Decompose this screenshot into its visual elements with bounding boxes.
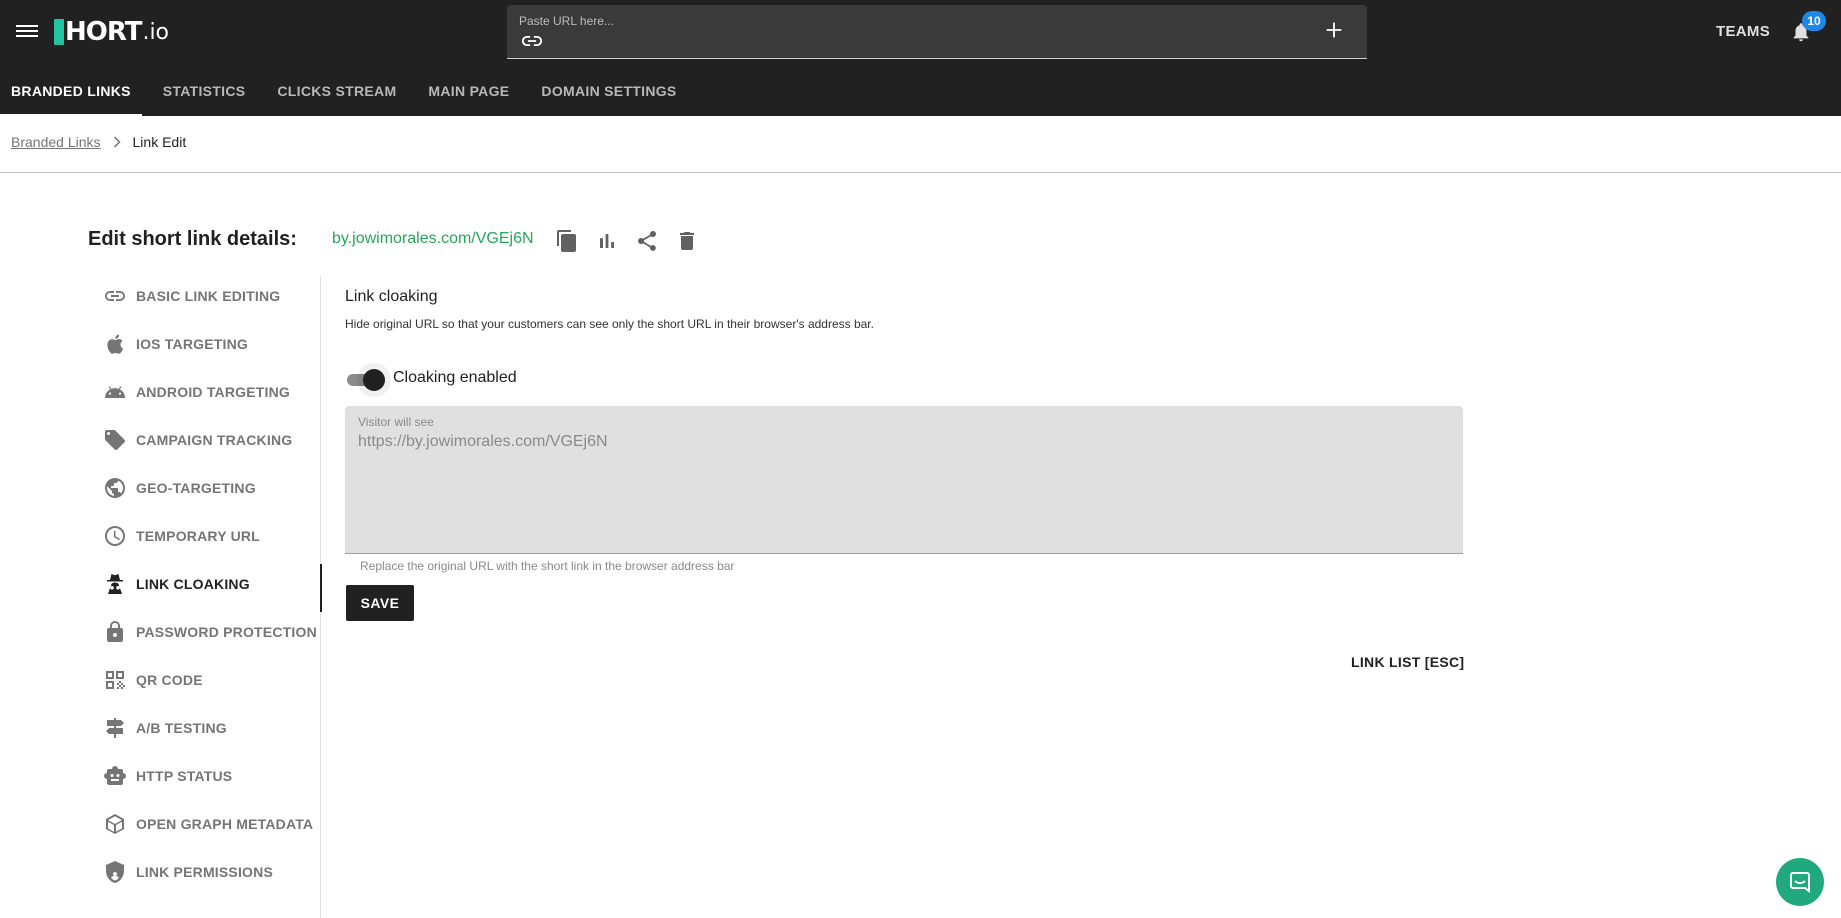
qr-code-icon [106, 671, 125, 689]
save-button[interactable]: SAVE [346, 585, 414, 621]
top-header: HORT .io Paste URL here... TEAMS 10 BRAND… [0, 0, 1841, 116]
breadcrumb-current: Link Edit [132, 134, 187, 150]
sidebar-item-campaign-tracking[interactable]: CAMPAIGN TRACKING [88, 420, 321, 460]
share-icon[interactable] [635, 229, 659, 253]
logo[interactable]: HORT .io [54, 16, 169, 48]
breadcrumb-parent[interactable]: Branded Links [11, 134, 101, 150]
chat-icon [1790, 872, 1810, 893]
toggle-knob [363, 369, 385, 391]
sidebar-item-open-graph-metadata[interactable]: OPEN GRAPH METADATA [88, 804, 321, 844]
page-title: Edit short link details: [88, 228, 297, 250]
sidebar-item-link-permissions[interactable]: LINK PERMISSIONS [88, 852, 321, 892]
sidebar-item-geo-targeting[interactable]: GEO-TARGETING [88, 468, 321, 508]
sidebar-item-ab-testing[interactable]: A/B TESTING [88, 708, 321, 748]
delete-icon[interactable] [675, 229, 699, 253]
tab-branded-links[interactable]: BRANDED LINKS [0, 70, 142, 116]
menu-icon[interactable] [16, 22, 38, 42]
web-icon [106, 814, 124, 834]
breadcrumb-divider [0, 172, 1841, 173]
short-link[interactable]: by.jowimorales.com/VGEj6N [332, 230, 534, 248]
lock-icon [107, 621, 123, 642]
url-input[interactable]: Paste URL here... [507, 5, 1367, 59]
android-icon [105, 386, 125, 398]
sidebar-item-android-targeting[interactable]: ANDROID TARGETING [88, 372, 321, 412]
chat-launcher-button[interactable] [1776, 858, 1824, 906]
settings-sidebar: BASIC LINK EDITING IOS TARGETING ANDROID… [88, 276, 322, 918]
incognito-icon [107, 574, 123, 594]
sidebar-item-ios-targeting[interactable]: IOS TARGETING [88, 324, 321, 364]
notification-badge: 10 [1802, 11, 1826, 31]
tab-main-page[interactable]: MAIN PAGE [417, 70, 520, 116]
field-label: Visitor will see [358, 415, 434, 429]
section-title: Link cloaking [345, 288, 438, 305]
globe-icon [105, 478, 125, 498]
link-icon [521, 35, 543, 47]
sidebar-item-link-cloaking[interactable]: LINK CLOAKING [88, 564, 322, 612]
sidebar-item-temporary-url[interactable]: TEMPORARY URL [88, 516, 321, 556]
link-list-button[interactable]: LINK LIST [ESC] [1351, 654, 1464, 670]
tab-clicks-stream[interactable]: CLICKS STREAM [266, 70, 407, 116]
cloaking-toggle-label: Cloaking enabled [393, 369, 517, 386]
breadcrumb: Branded Links Link Edit [11, 134, 186, 150]
link-icon [105, 291, 125, 301]
sidebar-item-basic-link-editing[interactable]: BASIC LINK EDITING [88, 276, 321, 316]
shield-icon [106, 861, 124, 883]
chevron-right-icon [113, 136, 121, 148]
tab-domain-settings[interactable]: DOMAIN SETTINGS [530, 70, 687, 116]
field-value: https://by.jowimorales.com/VGEj6N [358, 433, 608, 450]
sidebar-item-password-protection[interactable]: PASSWORD PROTECTION [88, 612, 321, 652]
sidebar-item-http-status[interactable]: HTTP STATUS [88, 756, 321, 796]
signpost-icon [106, 718, 124, 738]
apple-icon [107, 334, 124, 354]
tab-statistics[interactable]: STATISTICS [152, 70, 257, 116]
field-helper-text: Replace the original URL with the short … [360, 559, 735, 573]
logo-mark [54, 19, 64, 45]
robot-icon [104, 766, 126, 785]
visitor-will-see-field: Visitor will see https://by.jowimorales.… [345, 406, 1463, 554]
cloaking-toggle[interactable] [347, 369, 385, 391]
section-description: Hide original URL so that your customers… [345, 317, 874, 331]
statistics-icon[interactable] [595, 229, 619, 253]
clock-icon [105, 526, 125, 546]
copy-icon[interactable] [555, 229, 579, 253]
url-placeholder: Paste URL here... [519, 14, 614, 28]
teams-button[interactable]: TEAMS [1716, 23, 1770, 40]
tag-icon [105, 430, 125, 450]
sidebar-item-qr-code[interactable]: QR CODE [88, 660, 321, 700]
add-link-icon[interactable] [1323, 19, 1345, 41]
main-tabs: BRANDED LINKS STATISTICS CLICKS STREAM M… [0, 70, 698, 116]
